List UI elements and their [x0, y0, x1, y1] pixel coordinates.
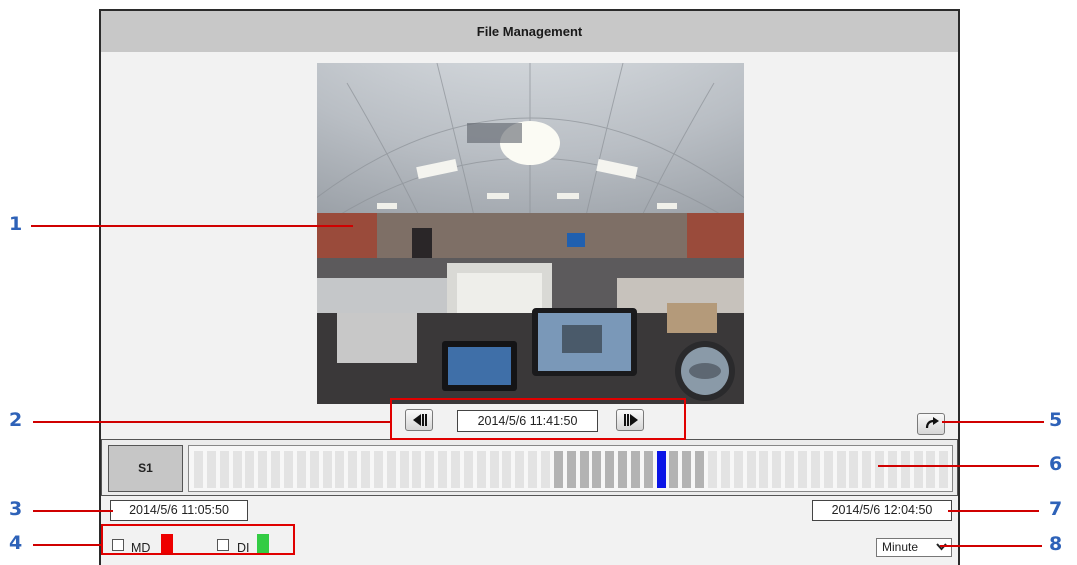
timeline-segment[interactable]	[695, 451, 705, 488]
timeline-segment[interactable]	[194, 451, 203, 488]
callout-line-2	[33, 421, 390, 423]
timeline-segment[interactable]	[361, 451, 371, 488]
timeline-bar: S1	[101, 439, 958, 496]
legend-highlight-box	[101, 524, 295, 555]
callout-line-8	[940, 545, 1042, 547]
timeline-segment[interactable]	[489, 451, 499, 488]
timeline-segment[interactable]	[232, 451, 242, 488]
timeline-segment[interactable]	[373, 451, 383, 488]
timeline-segment[interactable]	[592, 451, 602, 488]
timeline-segment[interactable]	[887, 451, 897, 488]
timeline-segment[interactable]	[810, 451, 820, 488]
callout-number-2: 2	[9, 409, 23, 431]
timeline-segment[interactable]	[322, 451, 332, 488]
timeline-segment[interactable]	[502, 451, 512, 488]
timeline-segment[interactable]	[630, 451, 640, 488]
timeline-segment[interactable]	[605, 451, 615, 488]
timeline-segment[interactable]	[643, 451, 653, 488]
timeline-segment[interactable]	[206, 451, 216, 488]
callout-line-4	[33, 544, 101, 546]
time-unit-select[interactable]: Minute	[876, 538, 952, 557]
file-management-panel: File Management 2014/5/6 11:41:50 S1 201…	[99, 9, 960, 565]
timeline-segment[interactable]	[759, 451, 769, 488]
stream-label: S1	[108, 445, 183, 492]
callout-number-6: 6	[1049, 453, 1063, 475]
timeline-segment[interactable]	[553, 451, 563, 488]
timeline-segment[interactable]	[476, 451, 486, 488]
callout-line-6	[878, 465, 1039, 467]
timeline-segment[interactable]	[296, 451, 306, 488]
timeline-segment[interactable]	[733, 451, 743, 488]
timeline-segment[interactable]	[386, 451, 396, 488]
timeline-end-time: 2014/5/6 12:04:50	[812, 500, 952, 521]
timeline-segment[interactable]	[708, 451, 717, 488]
timeline-segment[interactable]	[939, 451, 949, 488]
timeline-segment[interactable]	[438, 451, 448, 488]
timeline-start-time: 2014/5/6 11:05:50	[110, 500, 248, 521]
video-playback-view	[317, 63, 744, 404]
timeline-segment[interactable]	[836, 451, 846, 488]
timeline-segment[interactable]	[258, 451, 268, 488]
callout-line-7	[948, 510, 1039, 512]
timeline-segment[interactable]	[540, 451, 550, 488]
callout-line-5	[942, 421, 1044, 423]
timeline-segment[interactable]	[245, 451, 255, 488]
timeline-segment[interactable]	[283, 451, 293, 488]
callout-number-8: 8	[1049, 533, 1063, 555]
timeline-segment[interactable]	[425, 451, 435, 488]
timeline-segment[interactable]	[926, 451, 936, 488]
timeline-segment[interactable]	[412, 451, 422, 488]
chevron-down-icon	[936, 543, 947, 551]
callout-number-1: 1	[9, 213, 23, 235]
timeline-segment[interactable]	[682, 451, 692, 488]
timeline-segment[interactable]	[335, 451, 345, 488]
timeline-segment[interactable]	[785, 451, 795, 488]
timeline-segment[interactable]	[849, 451, 859, 488]
timeline-segment[interactable]	[579, 451, 589, 488]
timeline-segment[interactable]	[566, 451, 576, 488]
controls-highlight-box	[390, 398, 686, 440]
timeline-segment[interactable]	[772, 451, 782, 488]
callout-line-3	[33, 510, 113, 512]
callout-number-4: 4	[9, 532, 23, 554]
timeline-segment[interactable]	[900, 451, 910, 488]
window-title: File Management	[101, 11, 958, 52]
timeline-segment[interactable]	[219, 451, 229, 488]
timeline-segment[interactable]	[746, 451, 756, 488]
timeline-segment[interactable]	[669, 451, 679, 488]
timeline-segment[interactable]	[348, 451, 358, 488]
timeline-segment[interactable]	[720, 451, 730, 488]
callout-number-3: 3	[9, 498, 23, 520]
callout-line-1	[31, 225, 353, 227]
timeline-segment[interactable]	[515, 451, 525, 488]
timeline-segment[interactable]	[309, 451, 319, 488]
timeline-segment[interactable]	[913, 451, 923, 488]
timeline-segment[interactable]	[797, 451, 807, 488]
timeline-segment[interactable]	[528, 451, 538, 488]
timeline-segment[interactable]	[875, 451, 885, 488]
timeline-track[interactable]	[188, 445, 953, 492]
callout-number-7: 7	[1049, 498, 1063, 520]
camera-frame-image	[317, 63, 744, 404]
timeline-segment[interactable]	[271, 451, 281, 488]
timeline-segment[interactable]	[656, 451, 666, 488]
refresh-button[interactable]	[917, 413, 945, 435]
timeline-segment[interactable]	[618, 451, 628, 488]
timeline-segment[interactable]	[862, 451, 872, 488]
rotate-icon	[925, 417, 939, 429]
callout-number-5: 5	[1049, 409, 1063, 431]
timeline-segment[interactable]	[823, 451, 833, 488]
time-unit-value: Minute	[882, 540, 919, 554]
timeline-segment[interactable]	[451, 451, 460, 488]
timeline-segment[interactable]	[463, 451, 473, 488]
timeline-segment[interactable]	[399, 451, 409, 488]
